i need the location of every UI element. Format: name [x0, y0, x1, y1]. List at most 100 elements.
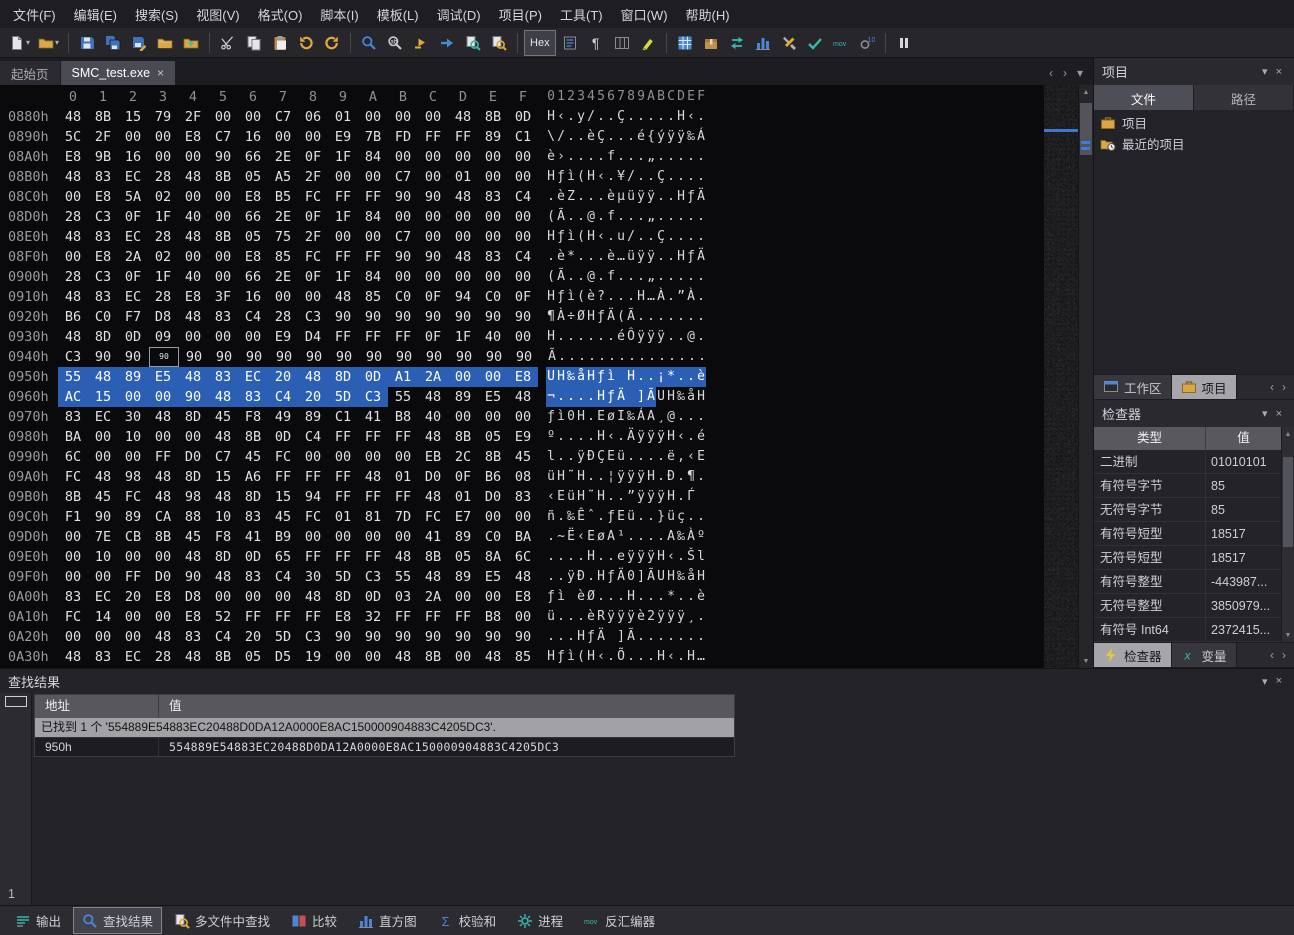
hex-byte[interactable]: 5D: [268, 627, 298, 647]
hex-byte[interactable]: FF: [358, 247, 388, 267]
ascii-char[interactable]: H: [586, 227, 596, 247]
ascii-char[interactable]: .: [576, 327, 586, 347]
ascii-char[interactable]: .: [556, 507, 566, 527]
ascii-char[interactable]: .: [676, 267, 686, 287]
open-folder-button[interactable]: [153, 30, 177, 56]
hex-byte[interactable]: 48: [58, 287, 88, 307]
hex-byte[interactable]: 00: [508, 267, 538, 287]
hex-byte[interactable]: 90: [208, 147, 238, 167]
ascii-char[interactable]: u: [616, 227, 626, 247]
hex-byte[interactable]: 00: [508, 407, 538, 427]
ascii-char[interactable]: .: [546, 627, 556, 647]
ascii-char[interactable]: .: [676, 307, 686, 327]
ascii-char[interactable]: .: [646, 367, 656, 387]
hex-byte[interactable]: 90: [359, 347, 389, 367]
hex-byte[interactable]: FF: [358, 547, 388, 567]
hex-byte[interactable]: FF: [358, 187, 388, 207]
ascii-char[interactable]: .: [606, 647, 616, 667]
hex-byte[interactable]: A5: [268, 167, 298, 187]
ascii-char[interactable]: ÿ: [646, 327, 656, 347]
hex-byte[interactable]: 14: [88, 607, 118, 627]
ascii-char[interactable]: .: [616, 427, 626, 447]
hex-byte[interactable]: 02: [148, 247, 178, 267]
hex-byte[interactable]: 40: [418, 407, 448, 427]
hex-byte[interactable]: 00: [178, 427, 208, 447]
ascii-char[interactable]: .: [636, 207, 646, 227]
ascii-char[interactable]: .: [636, 507, 646, 527]
hex-byte[interactable]: 90: [209, 347, 239, 367]
hex-byte[interactable]: FC: [118, 487, 148, 507]
disassembler-panel-button[interactable]: mov 反汇编器: [575, 907, 664, 934]
hex-byte[interactable]: 00: [448, 407, 478, 427]
ascii-char[interactable]: \: [546, 127, 556, 147]
ascii-char[interactable]: /: [626, 227, 636, 247]
hex-byte[interactable]: 00: [268, 587, 298, 607]
ascii-char[interactable]: A: [646, 407, 656, 427]
ascii-char[interactable]: .: [596, 587, 606, 607]
replace-in-files-button[interactable]: [487, 30, 511, 56]
dropdown-caret-icon[interactable]: ▾: [26, 38, 30, 47]
ascii-char[interactable]: ý: [656, 127, 666, 147]
hex-byte[interactable]: FF: [388, 487, 418, 507]
script-tools-button[interactable]: [777, 30, 801, 56]
hex-byte[interactable]: 41: [238, 527, 268, 547]
hex-byte[interactable]: 75: [268, 227, 298, 247]
ascii-char[interactable]: ~: [556, 527, 566, 547]
ascii-char[interactable]: ‹: [576, 527, 586, 547]
ascii-char[interactable]: ÿ: [676, 127, 686, 147]
hex-byte[interactable]: 2C: [448, 447, 478, 467]
ascii-char[interactable]: Ã: [626, 627, 636, 647]
ascii-char[interactable]: è: [556, 187, 566, 207]
hex-byte[interactable]: 8D: [178, 467, 208, 487]
hex-byte[interactable]: 48: [388, 647, 418, 667]
hex-byte[interactable]: EC: [118, 287, 148, 307]
hex-byte[interactable]: 83: [238, 387, 268, 407]
ascii-char[interactable]: .: [597, 347, 607, 367]
base-converter-button[interactable]: 10: [855, 30, 879, 56]
hex-byte[interactable]: 00: [268, 287, 298, 307]
ascii-char[interactable]: .: [686, 407, 696, 427]
ascii-char[interactable]: ƒ: [546, 587, 556, 607]
hex-byte[interactable]: 2A: [118, 247, 148, 267]
ascii-char[interactable]: .: [576, 207, 586, 227]
ascii-char[interactable]: .: [636, 627, 646, 647]
hex-byte[interactable]: 00: [58, 247, 88, 267]
ascii-char[interactable]: .: [656, 307, 666, 327]
ascii-char[interactable]: H: [676, 247, 686, 267]
ascii-char[interactable]: {: [646, 127, 656, 147]
hex-byte[interactable]: 2F: [298, 167, 328, 187]
hex-byte[interactable]: C0: [478, 287, 508, 307]
hex-byte[interactable]: 8B: [208, 227, 238, 247]
ascii-char[interactable]: .: [646, 627, 656, 647]
inspector-row[interactable]: 有符号整型 -443987...: [1094, 570, 1281, 594]
hex-byte[interactable]: 16: [238, 127, 268, 147]
ascii-char[interactable]: .: [657, 347, 667, 367]
ascii-char[interactable]: ‰: [676, 527, 686, 547]
ascii-char[interactable]: Ø: [576, 307, 586, 327]
hex-byte[interactable]: 48: [328, 287, 358, 307]
inspector-collapse-button[interactable]: ▾: [1258, 407, 1272, 420]
ascii-char[interactable]: .: [636, 147, 646, 167]
hex-byte[interactable]: FF: [358, 427, 388, 447]
ascii-char[interactable]: .: [666, 627, 676, 647]
hex-byte[interactable]: 00: [418, 207, 448, 227]
hex-byte[interactable]: 1F: [328, 147, 358, 167]
ascii-char[interactable]: .: [606, 107, 616, 127]
hex-byte[interactable]: 00: [328, 647, 358, 667]
hex-byte[interactable]: C3: [88, 267, 118, 287]
hex-byte[interactable]: 90: [118, 347, 148, 367]
hex-byte[interactable]: 00: [148, 607, 178, 627]
ascii-char[interactable]: .: [647, 347, 657, 367]
hex-byte[interactable]: F8: [238, 407, 268, 427]
ascii-char[interactable]: .: [637, 347, 647, 367]
hex-byte[interactable]: C7: [208, 127, 238, 147]
menubar-item[interactable]: 窗口(W): [612, 0, 677, 29]
hex-byte[interactable]: 00: [418, 227, 448, 247]
menubar-item[interactable]: 搜索(S): [126, 0, 187, 29]
ascii-char[interactable]: ‹: [596, 167, 606, 187]
ascii-char[interactable]: .: [646, 107, 656, 127]
hex-byte[interactable]: 66: [238, 147, 268, 167]
ascii-char[interactable]: è: [606, 187, 616, 207]
ascii-char[interactable]: H: [576, 627, 586, 647]
ascii-char[interactable]: .: [596, 187, 606, 207]
